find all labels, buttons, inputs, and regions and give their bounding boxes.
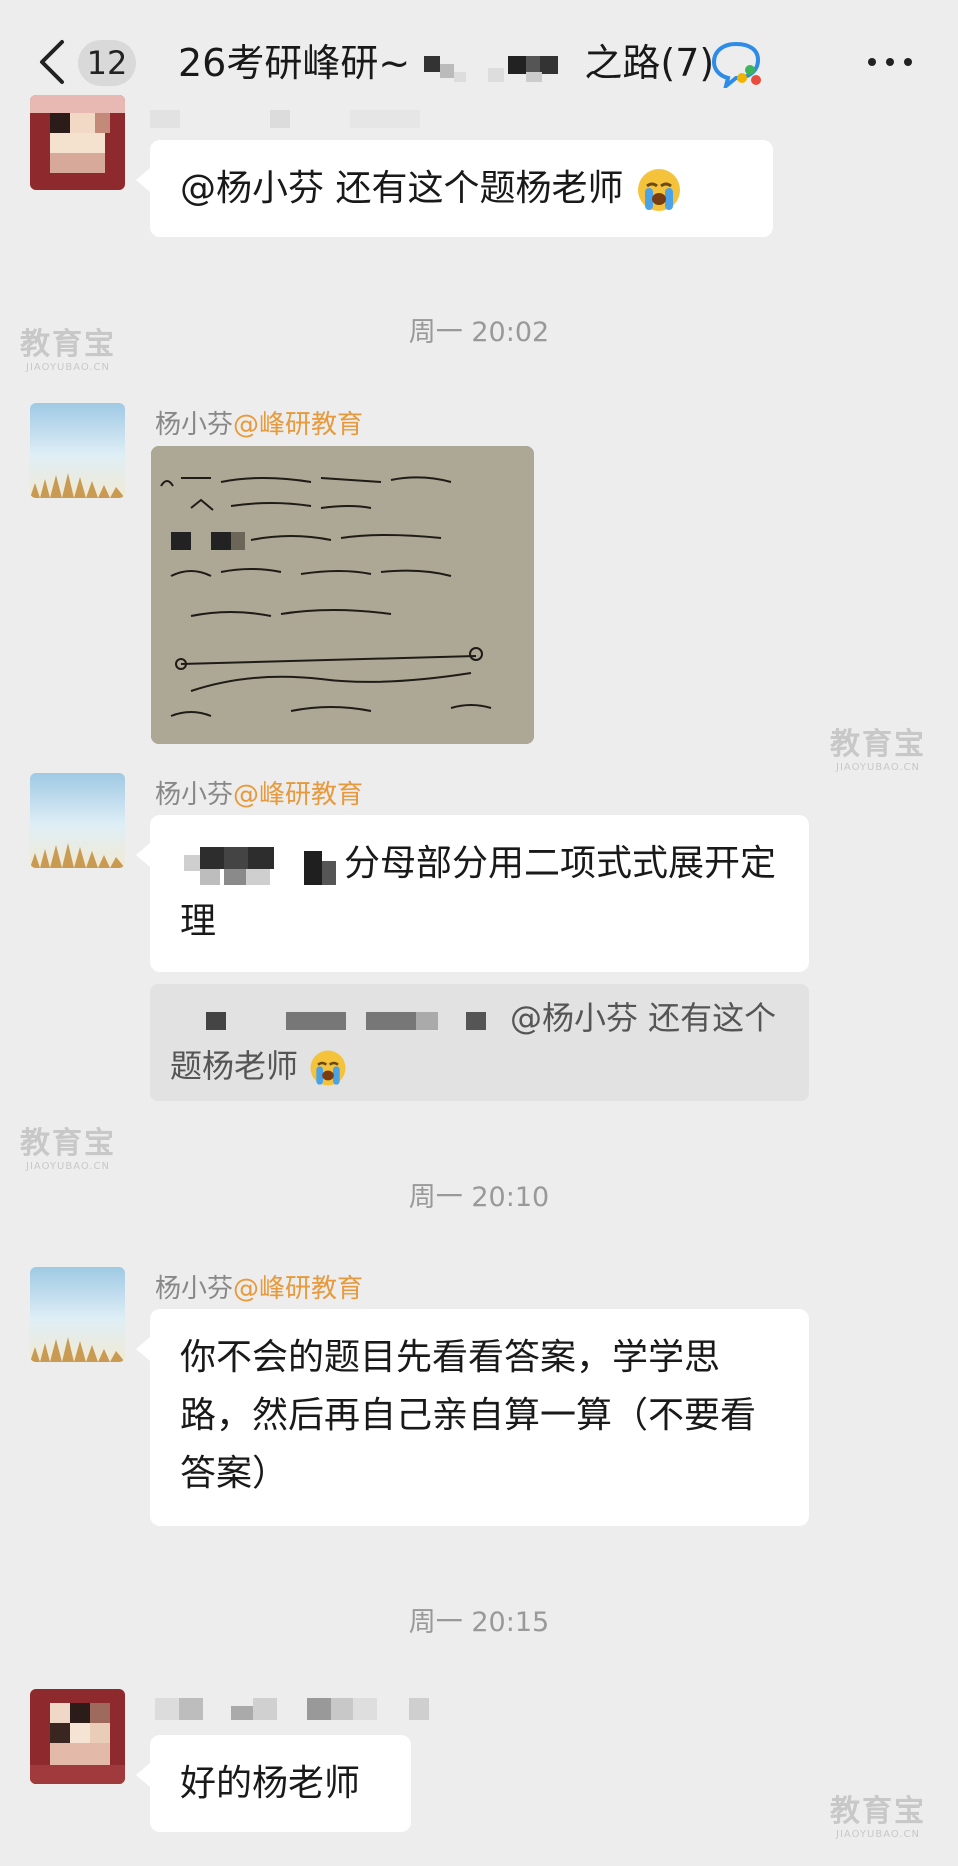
- message-text: 好的杨老师: [180, 1763, 361, 1804]
- teacher-avatar[interactable]: [30, 773, 125, 868]
- sender-org: @峰研教育: [233, 410, 364, 440]
- sender-org: @峰研教育: [233, 1274, 364, 1304]
- watermark-domain: JIAOYUBAO.CN: [836, 1829, 920, 1840]
- watermark-brand: 教育宝: [830, 727, 926, 762]
- message-bubble[interactable]: @杨小芬 还有这个题杨老师: [136, 140, 773, 237]
- sender-label: 杨小芬@峰研教育: [155, 1268, 363, 1305]
- message-text: @杨小芬 还有这个题杨老师: [180, 168, 624, 209]
- watermark-domain: JIAOYUBAO.CN: [26, 1161, 110, 1172]
- quoted-message[interactable]: @杨小芬 还有这个题杨老师: [150, 984, 809, 1101]
- chat-title-prefix: 26考研峰研~: [178, 41, 411, 85]
- watermark: 教育宝 JIAOYUBAO.CN: [828, 728, 928, 778]
- message-text: 你不会的题目先看看答案，学学思路，然后再自己亲自算一算（不要看答案）: [180, 1337, 757, 1494]
- message-bubble[interactable]: 你不会的题目先看看答案，学学思路，然后再自己亲自算一算（不要看答案）: [136, 1309, 809, 1526]
- crying-face-icon: [637, 169, 680, 211]
- crying-face-icon: [310, 1050, 346, 1086]
- watermark-domain: JIAOYUBAO.CN: [26, 362, 110, 373]
- watermark: 教育宝 JIAOYUBAO.CN: [18, 1127, 118, 1177]
- watermark-domain: JIAOYUBAO.CN: [836, 762, 920, 773]
- user-avatar[interactable]: [30, 95, 125, 190]
- teacher-avatar[interactable]: [30, 1267, 125, 1362]
- sender-name-redacted: [150, 110, 420, 128]
- message-bubble[interactable]: 好的杨老师: [136, 1735, 411, 1832]
- sender-label: 杨小芬@峰研教育: [155, 404, 363, 441]
- sender-name-redacted: [155, 1698, 429, 1720]
- timestamp: 周一 20:02: [408, 317, 550, 348]
- timestamp: 周一 20:10: [408, 1182, 550, 1213]
- handwritten-note-image[interactable]: [151, 446, 534, 744]
- unread-count-badge[interactable]: 12: [78, 40, 136, 86]
- more-options-icon[interactable]: [866, 54, 914, 70]
- watermark-brand: 教育宝: [830, 1794, 926, 1829]
- sender-name: 杨小芬: [155, 1274, 234, 1304]
- sender-org: @峰研教育: [233, 780, 364, 810]
- watermark-brand: 教育宝: [20, 1126, 116, 1161]
- sender-name: 杨小芬: [155, 780, 234, 810]
- chat-title-suffix: 之路(7): [584, 41, 715, 85]
- sender-name: 杨小芬: [155, 410, 234, 440]
- watermark: 教育宝 JIAOYUBAO.CN: [828, 1795, 928, 1845]
- teacher-avatar[interactable]: [30, 403, 125, 498]
- redacted-mosaic: [206, 1012, 486, 1030]
- chat-title[interactable]: 26考研峰研~ 之路(7): [178, 38, 714, 88]
- redacted-mosaic: [424, 55, 559, 82]
- redacted-mosaic: [184, 847, 336, 885]
- back-icon[interactable]: [36, 38, 70, 86]
- group-chat-bubble-icon: [711, 41, 761, 88]
- user-avatar[interactable]: [30, 1689, 125, 1784]
- chat-header: 12 26考研峰研~ 之路(7): [0, 0, 958, 120]
- message-bubble[interactable]: 分母部分用二项式式展开定理: [136, 815, 809, 972]
- sender-label: 杨小芬@峰研教育: [155, 774, 363, 811]
- timestamp: 周一 20:15: [408, 1607, 550, 1638]
